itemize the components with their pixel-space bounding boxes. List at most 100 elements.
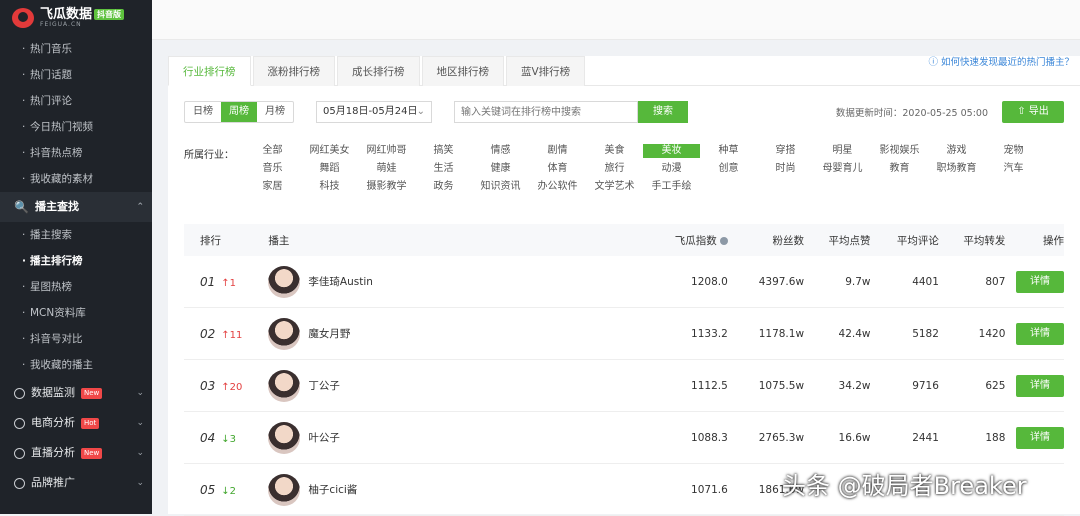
period-option[interactable]: 周榜	[221, 102, 257, 122]
sidebar-item[interactable]: 我收藏的播主	[0, 352, 152, 378]
sidebar-item[interactable]: 热门话题	[0, 62, 152, 88]
industry-option[interactable]: 健康	[472, 162, 529, 176]
industry-option[interactable]: 职场教育	[928, 162, 985, 176]
logo[interactable]: 飞瓜数据 抖音版 FEIGUA.CN	[0, 0, 152, 36]
industry-option[interactable]: 影视娱乐	[871, 144, 928, 158]
avatar[interactable]	[268, 421, 301, 454]
industry-option[interactable]: 网红帅哥	[358, 144, 415, 158]
creator-name[interactable]: 李佳琦Austin	[308, 274, 373, 289]
date-range-select[interactable]: 05月18日-05月24日 ⌄	[316, 101, 432, 123]
industry-option[interactable]: 动漫	[643, 162, 700, 176]
creator-cell: 柚子cici酱	[268, 473, 639, 506]
sidebar-item[interactable]: 抖音号对比	[0, 326, 152, 352]
industry-option[interactable]: 办公软件	[529, 180, 586, 194]
sidebar-item[interactable]: 热门音乐	[0, 36, 152, 62]
rank-number: 05	[200, 482, 216, 497]
creator-name[interactable]: 叶公子	[308, 430, 340, 445]
group-icon	[14, 477, 25, 489]
sidebar-item[interactable]: 星图热榜	[0, 274, 152, 300]
industry-option[interactable]: 明星	[814, 144, 871, 158]
industry-option[interactable]: 剧情	[529, 144, 586, 158]
search-icon: 🔍	[14, 200, 29, 214]
search-button[interactable]: 搜索	[638, 101, 688, 123]
industry-option[interactable]: 手工手绘	[643, 180, 700, 194]
detail-button[interactable]: 详情	[1016, 270, 1065, 293]
creator-cell: 叶公子	[268, 421, 639, 454]
industry-option[interactable]: 穿搭	[757, 144, 814, 158]
group-icon	[14, 417, 25, 429]
industry-option[interactable]: 家居	[244, 180, 301, 194]
sidebar-group[interactable]: 直播分析 New ⌄	[0, 438, 152, 468]
rank-number: 03	[200, 378, 216, 393]
info-icon[interactable]	[719, 236, 728, 245]
period-option[interactable]: 日榜	[185, 102, 221, 122]
industry-option[interactable]: 情感	[472, 144, 529, 158]
industry-option[interactable]: 文学艺术	[586, 180, 643, 194]
tab-item[interactable]: 蓝V排行榜	[506, 56, 586, 86]
export-button[interactable]: ⇧ 导出	[1002, 101, 1064, 123]
sidebar-group-creator-search[interactable]: 🔍 播主查找 ⌃	[0, 192, 152, 222]
tab-item[interactable]: 地区排行榜	[421, 56, 504, 86]
creator-name[interactable]: 丁公子	[308, 378, 340, 393]
industry-label: 所属行业：	[184, 150, 234, 161]
sidebar-item[interactable]: 抖音热点榜	[0, 140, 152, 166]
industry-option[interactable]: 搞笑	[415, 144, 472, 158]
cell-index: 1112.5	[691, 379, 728, 392]
sidebar-item[interactable]: 热门评论	[0, 88, 152, 114]
industry-option[interactable]: 摄影教学	[358, 180, 415, 194]
table-row: 01 ↑1 李佳琦Austin 1208.0 4397.6w 9.7w 4401 807 详情	[184, 256, 1065, 308]
industry-option[interactable]: 游戏	[928, 144, 985, 158]
industry-option[interactable]: 种草	[700, 144, 757, 158]
sidebar-group[interactable]: 电商分析 Hot ⌄	[0, 408, 152, 438]
tab-item[interactable]: 行业排行榜	[168, 56, 251, 86]
detail-button[interactable]: 详情	[1016, 322, 1065, 345]
sidebar-group[interactable]: 品牌推广 ⌄	[0, 468, 152, 498]
rank-change: ↑1	[221, 277, 237, 289]
op-cell: 详情	[1005, 270, 1065, 293]
cell-index: 1071.6	[691, 483, 728, 496]
detail-button[interactable]: 详情	[1016, 426, 1065, 449]
industry-option[interactable]: 创意	[700, 162, 757, 176]
sidebar-group-label: 播主查找	[34, 200, 79, 213]
search-input[interactable]	[454, 101, 638, 123]
sidebar-item[interactable]: 我收藏的素材	[0, 166, 152, 192]
industry-option[interactable]: 科技	[301, 180, 358, 194]
industry-option[interactable]: 旅行	[586, 162, 643, 176]
tab-item[interactable]: 涨粉排行榜	[252, 56, 335, 86]
detail-button[interactable]: 详情	[1016, 374, 1065, 397]
tab-item[interactable]: 成长排行榜	[337, 56, 420, 86]
cell-forwards: 807	[985, 275, 1006, 288]
creator-name[interactable]: 魔女月野	[308, 326, 350, 341]
industry-option[interactable]: 政务	[415, 180, 472, 194]
industry-option[interactable]: 宠物	[985, 144, 1042, 158]
industry-option[interactable]: 舞蹈	[301, 162, 358, 176]
industry-option[interactable]: 知识资讯	[472, 180, 529, 194]
industry-option[interactable]: 时尚	[757, 162, 814, 176]
industry-option[interactable]: 全部	[244, 144, 301, 158]
avatar[interactable]	[268, 317, 301, 350]
sidebar-item[interactable]: 播主排行榜	[0, 248, 152, 274]
sidebar-item[interactable]: MCN资料库	[0, 300, 152, 326]
help-link[interactable]: ⓘ 如何快速发现最近的热门播主？	[928, 56, 1074, 70]
period-option[interactable]: 月榜	[257, 102, 293, 122]
industry-option[interactable]: 美妆	[643, 144, 700, 158]
industry-option[interactable]: 生活	[415, 162, 472, 176]
industry-option[interactable]: 汽车	[985, 162, 1042, 176]
sidebar-item[interactable]: 今日热门视频	[0, 114, 152, 140]
industry-option[interactable]: 教育	[871, 162, 928, 176]
industry-option[interactable]: 美食	[586, 144, 643, 158]
creator-name[interactable]: 柚子cici酱	[308, 482, 357, 497]
industry-option[interactable]: 萌娃	[358, 162, 415, 176]
avatar[interactable]	[268, 473, 301, 506]
brand-sub: FEIGUA.CN	[40, 20, 82, 28]
avatar[interactable]	[268, 369, 301, 402]
industry-option[interactable]: 音乐	[244, 162, 301, 176]
industry-option[interactable]: 体育	[529, 162, 586, 176]
sidebar-group[interactable]: 数据监测 New ⌄	[0, 378, 152, 408]
status-badge: Hot	[81, 417, 100, 429]
industry-option[interactable]: 母婴育儿	[814, 162, 871, 176]
avatar[interactable]	[268, 265, 301, 298]
controls-row: 日榜周榜月榜 05月18日-05月24日 ⌄ 搜索 数据更新时间：2020-05…	[184, 100, 1064, 124]
industry-option[interactable]: 网红美女	[301, 144, 358, 158]
sidebar-item[interactable]: 播主搜索	[0, 222, 152, 248]
